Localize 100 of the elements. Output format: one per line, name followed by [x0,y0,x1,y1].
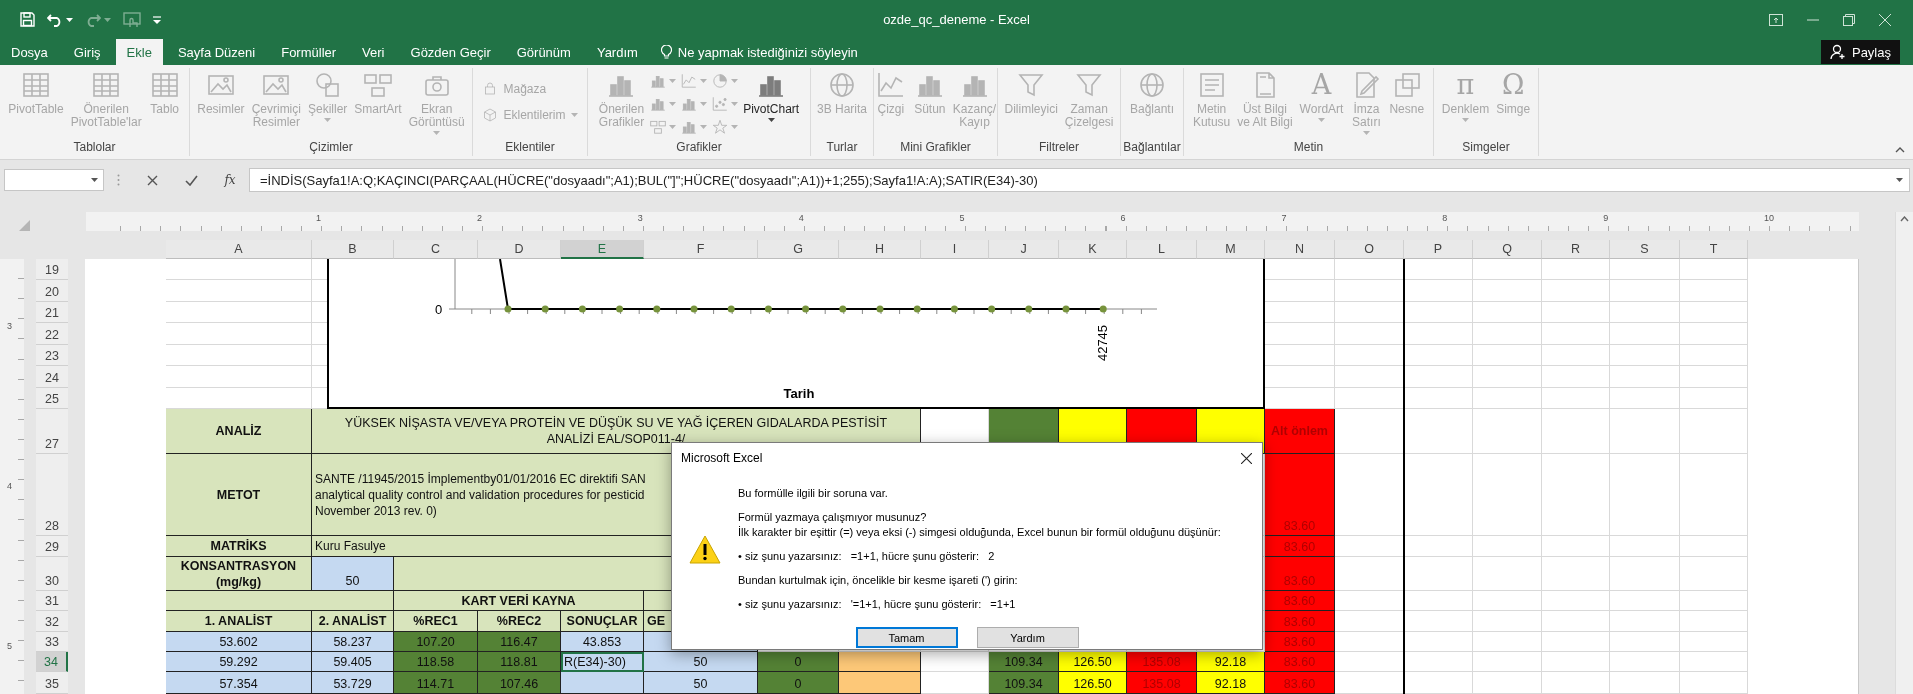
column-header[interactable]: S [1610,240,1680,259]
ribbon-display-icon[interactable] [1769,13,1783,26]
dialog-button[interactable]: Tamam [855,627,958,648]
column-header[interactable]: B [312,240,394,259]
ruler-number: 5 [959,213,965,223]
row-header[interactable]: 34 [36,652,68,672]
tab[interactable]: Giriş [62,39,112,65]
row-header[interactable]: 28 [36,454,68,536]
check-icon[interactable] [184,174,198,186]
formula-field[interactable]: =İNDİS(Sayfa1!A:Q;KAÇINCI(PARÇAAL(HÜCRE("dosyaadı";A1);BUL("]";HÜCRE("dosyaadı";A1))+1;255);Sayfa1!A:A);SATIR(E34)-30) [249,168,1910,192]
column-header[interactable]: E [561,240,644,259]
scrollbar[interactable] [1895,212,1913,694]
column-header[interactable]: N [1265,240,1335,259]
row-header[interactable]: 30 [36,557,68,591]
ruler-number: 3 [637,213,643,223]
row-header[interactable]: 32 [36,611,68,632]
share-button[interactable]: Paylaş [1820,40,1900,64]
scatter-chart-icon [711,95,730,113]
column-header[interactable]: L [1127,240,1197,259]
row-header[interactable]: 29 [36,536,68,557]
table-cell: 126.50 [1059,672,1127,694]
ribbon-group-label: Grafikler [675,139,723,156]
row-header[interactable]: 21 [36,302,68,323]
column-header[interactable]: D [478,240,561,259]
ribbon-button[interactable]: PivotChart [740,68,803,123]
table-cell: 116.47 [478,632,561,652]
header-cell: SONUÇLAR [561,611,644,632]
column-header[interactable]: K [1059,240,1127,259]
table-cell: 109.34 [989,672,1059,694]
grip-icon [117,174,121,186]
column-header[interactable]: I [921,240,989,259]
caret-icon [669,102,677,106]
table-cell: 83.60 [1265,611,1335,632]
table-cell: 135.08 [1127,652,1197,672]
ribbon-group-label: Çizimler [308,139,354,156]
tab[interactable]: Dosya [0,39,59,65]
header-cell: Alt önlem [1265,409,1335,454]
column-header[interactable]: H [839,240,921,259]
column-header[interactable]: G [758,240,839,259]
tab[interactable]: Yardım [585,39,649,65]
scroll-up-icon[interactable] [1900,216,1909,222]
row-header[interactable]: 19 [36,259,68,280]
close-icon[interactable] [1241,452,1252,464]
row-header[interactable]: 24 [36,366,68,388]
column-header[interactable]: Q [1473,240,1542,259]
table-cell: 50 [312,557,394,591]
tab[interactable]: Ekle [115,39,163,65]
insert-function-button[interactable]: fx [224,173,236,187]
tell-me-box[interactable]: Ne yapmak istediğinizi söyleyin [652,39,866,65]
tab[interactable]: Görünüm [505,39,582,65]
customize-button[interactable] [151,13,163,26]
column-header[interactable]: C [394,240,478,259]
table-cell: 53.602 [166,632,312,652]
tab[interactable]: Formüller [270,39,348,65]
row-header[interactable]: 23 [36,345,68,366]
row-header[interactable]: 20 [36,280,68,302]
ruler-number: 6 [1120,213,1126,223]
active-cell[interactable]: R(E34)-30) [561,652,644,672]
header-cell: 1. ANALİST [166,611,312,632]
column-header[interactable]: R [1542,240,1610,259]
row-header[interactable]: 35 [36,672,68,694]
column-header[interactable]: P [1404,240,1473,259]
row-header[interactable]: 33 [36,632,68,652]
ruler-number: 3 [7,321,12,331]
diagram-icon [649,118,668,136]
row-header[interactable]: 22 [36,323,68,345]
table-cell: 83.60 [1265,557,1335,591]
header-cell: ANALİZ [166,409,312,454]
column-header[interactable]: O [1335,240,1404,259]
column-header[interactable]: M [1197,240,1265,259]
table-cell: 92.18 [1197,652,1265,672]
minimize-icon[interactable] [1807,18,1819,21]
row-header[interactable]: 31 [36,591,68,611]
name-box[interactable] [4,169,104,191]
tab[interactable]: Gözden Geçir [399,39,502,65]
select-all-icon[interactable] [19,220,30,231]
column-header[interactable]: A [166,240,312,259]
row-header[interactable]: 27 [36,409,68,454]
redo-icon [85,12,101,27]
cube-icon [482,107,499,123]
table-cell: 109.34 [989,652,1059,672]
restore-icon[interactable] [1843,13,1855,26]
caret-icon [669,79,677,83]
column-header[interactable]: T [1680,240,1748,259]
tab[interactable]: Sayfa Düzeni [166,39,267,65]
save-button[interactable] [18,10,37,29]
header-cell: KONSANTRASYON (mg/kg) [166,557,312,591]
column-header[interactable]: F [644,240,758,259]
header-cell: %REC1 [394,611,478,632]
tab[interactable]: Veri [351,39,396,65]
caret-icon [731,125,739,129]
table-cell: 50 [644,652,758,672]
collapse-icon[interactable] [1895,147,1905,153]
caret-icon [731,102,739,106]
column-header[interactable]: J [989,240,1059,259]
window-title: ozde_qc_deneme - Excel [883,12,1030,27]
cancel-icon[interactable] [147,174,159,186]
row-header[interactable]: 25 [36,388,68,409]
dialog-button[interactable]: Yardım [976,627,1079,648]
ruler-number: 4 [798,213,804,223]
